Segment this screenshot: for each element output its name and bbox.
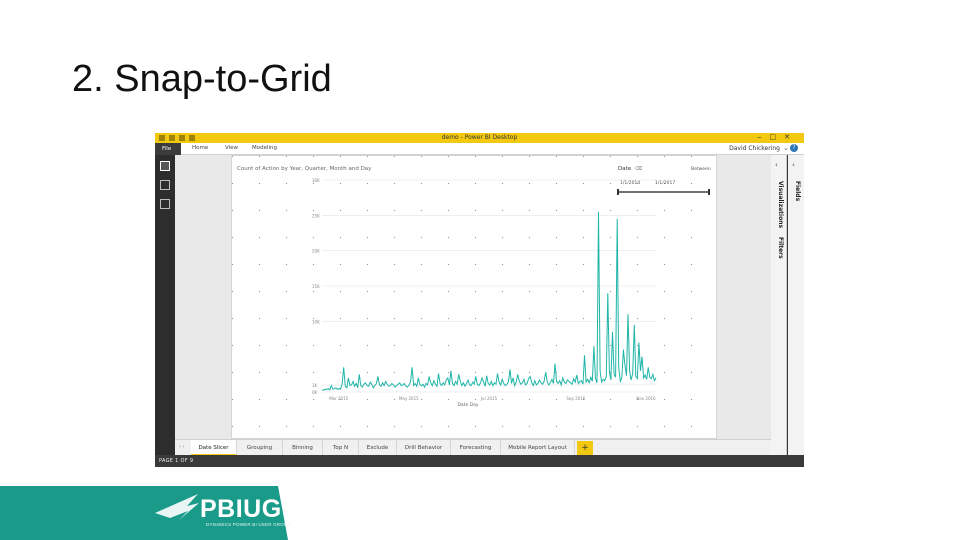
- data-view-icon[interactable]: [160, 180, 170, 190]
- collapse-fields-icon[interactable]: ‹: [792, 161, 795, 169]
- tab-modeling[interactable]: Modeling: [252, 145, 277, 151]
- slicer-title: Date: [618, 166, 632, 172]
- page-indicator: PAGE 1 OF 9: [159, 458, 194, 464]
- tab-top-n[interactable]: Top N: [323, 440, 359, 456]
- slicer-mode-dropdown[interactable]: Between: [691, 166, 711, 172]
- slide-title: 2. Snap-to-Grid: [72, 58, 332, 100]
- help-icon[interactable]: ?: [790, 144, 798, 152]
- tab-forecasting[interactable]: Forecasting: [451, 440, 501, 456]
- status-bar: PAGE 1 OF 9: [155, 455, 804, 467]
- pbiug-tagline: DYNAMICS POWER BI USER GROUP: [206, 522, 291, 527]
- y-tick-label: 25K: [312, 213, 320, 218]
- window-title: demo - Power BI Desktop: [441, 134, 518, 141]
- visualizations-label[interactable]: Visualizations: [774, 181, 784, 228]
- ribbon: File Home View Modeling David Chickering…: [155, 143, 804, 155]
- report-canvas: Count of Action by Year, Quarter, Month …: [175, 155, 771, 439]
- y-tick-label: 0K: [312, 390, 318, 395]
- x-tick-label: Nov 2016: [636, 396, 656, 401]
- slicer-end-handle[interactable]: [708, 189, 710, 195]
- slicer-start-handle[interactable]: [617, 189, 619, 195]
- x-tick-label: May 2015: [399, 396, 419, 401]
- tab-binning[interactable]: Binning: [283, 440, 323, 456]
- fields-pane[interactable]: ‹ Fields: [788, 155, 804, 455]
- tab-grouping[interactable]: Grouping: [237, 440, 283, 456]
- x-tick-label: Mar 2015: [329, 396, 348, 401]
- right-panes: ‹ Visualizations Filters ‹ Fields: [771, 155, 804, 455]
- y-tick-label: 15K: [312, 284, 320, 289]
- y-tick-label: 10K: [312, 319, 320, 324]
- filters-label[interactable]: Filters: [774, 237, 784, 259]
- tab-mobile-report-layout[interactable]: Mobile Report Layout: [501, 440, 575, 456]
- x-tick-label: Sep 2016: [566, 396, 585, 401]
- slicer-start-date[interactable]: 1/1/2014: [620, 180, 640, 186]
- chart-title: Count of Action by Year, Quarter, Month …: [237, 166, 372, 172]
- report-view-icon[interactable]: [160, 161, 170, 171]
- user-name[interactable]: David Chickering: [729, 145, 780, 152]
- slicer-eraser-icon[interactable]: ⌫: [635, 166, 642, 172]
- relationships-view-icon[interactable]: [160, 199, 170, 209]
- page-tabs-bar: ‹ › Date Slicer Grouping Binning Top N E…: [175, 439, 771, 456]
- tab-date-slicer[interactable]: Date Slicer: [191, 440, 237, 456]
- page-nav-arrows[interactable]: ‹ ›: [179, 444, 185, 450]
- pbiug-logo: PBIUG: [200, 495, 282, 523]
- tab-view[interactable]: View: [225, 145, 238, 151]
- ribbon-collapse-icon[interactable]: ⌄: [783, 144, 789, 152]
- fields-label[interactable]: Fields: [791, 181, 801, 201]
- report-page[interactable]: Count of Action by Year, Quarter, Month …: [231, 155, 717, 439]
- line-chart-visual[interactable]: Count of Action by Year, Quarter, Month …: [232, 156, 718, 440]
- x-tick-label: Jul 2015: [480, 396, 498, 401]
- power-bi-window: demo - Power BI Desktop ‒□✕ File Home Vi…: [155, 133, 804, 467]
- title-bar: demo - Power BI Desktop ‒□✕: [155, 133, 804, 143]
- y-tick-label: 30K: [312, 178, 320, 183]
- series-line: [321, 211, 657, 391]
- y-tick-label: 20K: [312, 249, 320, 254]
- collapse-visualizations-icon[interactable]: ‹: [775, 161, 778, 169]
- x-axis-title: Date Day: [457, 402, 478, 408]
- add-page-button[interactable]: +: [577, 441, 593, 455]
- tab-exclude[interactable]: Exclude: [359, 440, 397, 456]
- tab-file[interactable]: File: [155, 143, 181, 155]
- date-slicer[interactable]: Date ⌫ Between 1/1/2014 1/1/2017: [617, 166, 711, 195]
- slicer-end-date[interactable]: 1/1/2017: [655, 180, 675, 186]
- y-tick-label: 1K: [312, 383, 318, 388]
- tab-drill-behavior[interactable]: Drill Behavior: [397, 440, 451, 456]
- visualizations-pane[interactable]: ‹ Visualizations Filters: [771, 155, 787, 455]
- view-switcher: [155, 155, 175, 455]
- window-controls[interactable]: ‒□✕: [757, 133, 798, 141]
- tab-home[interactable]: Home: [192, 145, 208, 151]
